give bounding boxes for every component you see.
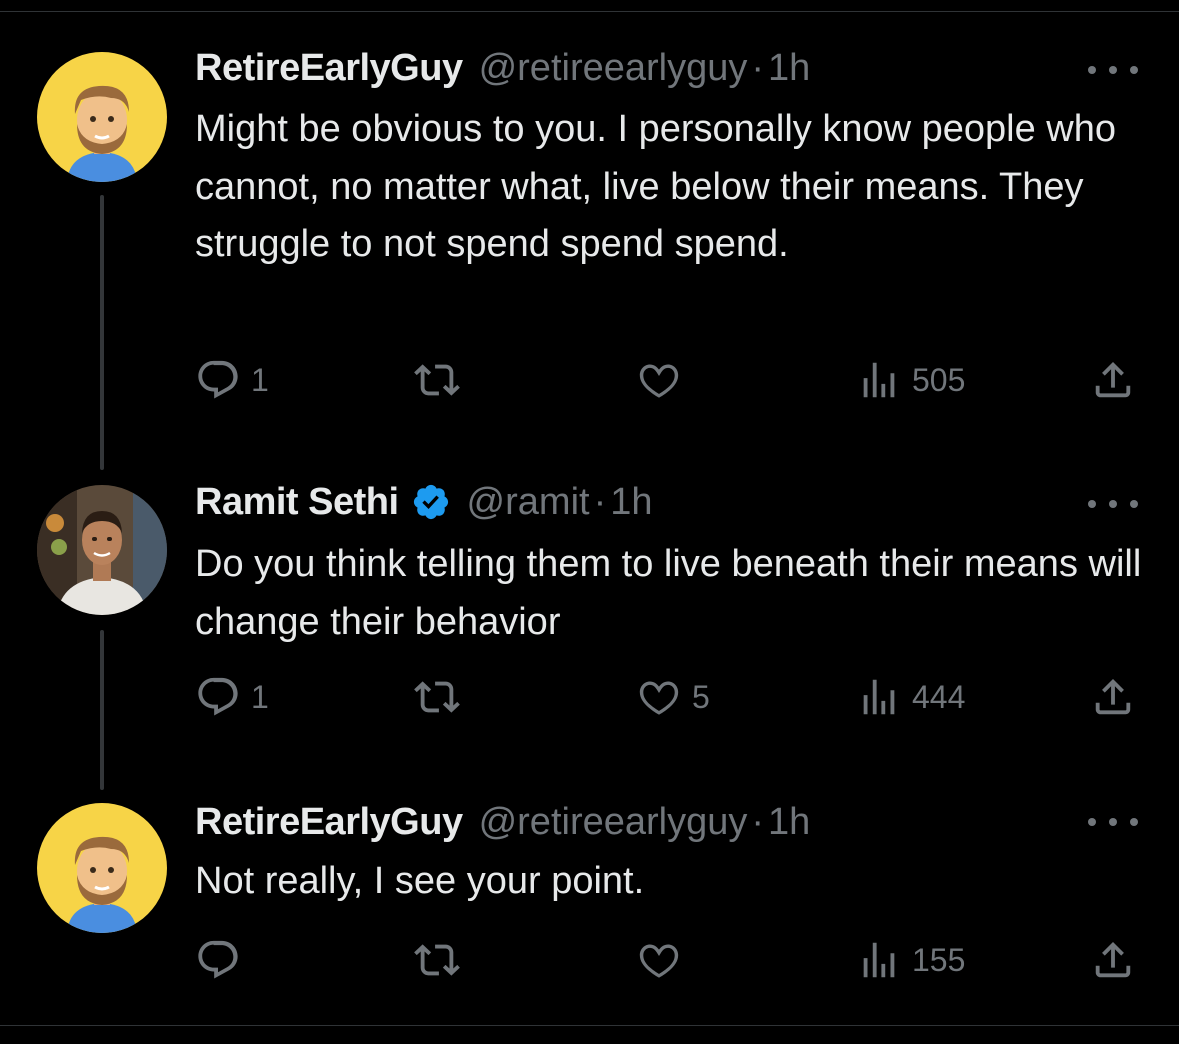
author-name[interactable]: RetireEarlyGuy xyxy=(195,801,463,844)
views-icon xyxy=(863,942,895,978)
share-icon xyxy=(1095,678,1131,715)
retweet-icon xyxy=(414,364,460,396)
reply-button[interactable] xyxy=(195,937,251,983)
tweet-actions: 1 505 xyxy=(0,357,1179,405)
tweet-actions: 155 xyxy=(0,937,1179,985)
verified-badge-icon xyxy=(411,482,451,522)
retweet-button[interactable] xyxy=(412,357,472,403)
reply-count: 1 xyxy=(251,361,269,398)
separator-dot: · xyxy=(751,800,765,843)
author-handle[interactable]: @ramit xyxy=(467,481,590,524)
retweet-icon xyxy=(414,681,460,713)
like-icon xyxy=(639,681,679,715)
views-count: 155 xyxy=(912,941,966,978)
more-icon[interactable] xyxy=(1088,812,1138,832)
like-count: 5 xyxy=(692,678,710,715)
avatar-ramit[interactable] xyxy=(37,485,167,615)
author-name[interactable]: RetireEarlyGuy xyxy=(195,47,463,90)
like-button[interactable] xyxy=(636,357,692,403)
separator-dot: · xyxy=(593,480,607,523)
photo-avatar-image xyxy=(37,485,167,615)
tweet-time[interactable]: 1h xyxy=(768,801,810,844)
like-button[interactable] xyxy=(636,937,692,983)
tweet-header: RetireEarlyGuy @retireearlyguy · 1h xyxy=(195,800,810,844)
views-button[interactable]: 505 xyxy=(856,357,965,403)
reply-button[interactable]: 1 xyxy=(195,674,269,720)
reply-count: 1 xyxy=(251,678,269,715)
reply-icon xyxy=(198,940,238,979)
top-border xyxy=(0,0,1179,12)
tweet-actions: 1 5 444 xyxy=(0,674,1179,722)
separator-dot: · xyxy=(751,46,765,89)
retweet-button[interactable] xyxy=(412,937,472,983)
tweet-text: Do you think telling them to live beneat… xyxy=(195,543,1142,643)
retweet-icon xyxy=(414,944,460,976)
views-button[interactable]: 155 xyxy=(856,937,965,983)
thread-line xyxy=(100,195,104,470)
views-icon xyxy=(863,679,895,715)
like-icon xyxy=(639,944,679,978)
share-button[interactable] xyxy=(1090,937,1136,983)
share-button[interactable] xyxy=(1090,674,1136,720)
share-button[interactable] xyxy=(1090,357,1136,403)
views-count: 505 xyxy=(912,361,966,398)
share-icon xyxy=(1095,361,1131,398)
retweet-button[interactable] xyxy=(412,674,472,720)
tweet-text: Not really, I see your point. xyxy=(195,860,645,902)
avatar-retireearlyguy[interactable] xyxy=(37,52,167,182)
reply-button[interactable]: 1 xyxy=(195,357,269,403)
like-icon xyxy=(639,364,679,398)
avatar-retireearlyguy[interactable] xyxy=(37,803,167,933)
tweet-header: Ramit Sethi @ramit · 1h xyxy=(195,480,653,524)
bottom-divider xyxy=(0,1025,1179,1026)
tweet-header: RetireEarlyGuy @retireearlyguy · 1h xyxy=(195,46,810,90)
tweet-text: Might be obvious to you. I personally kn… xyxy=(195,108,1116,265)
tweet-time[interactable]: 1h xyxy=(768,47,810,90)
more-icon[interactable] xyxy=(1088,494,1138,514)
more-icon[interactable] xyxy=(1088,60,1138,80)
views-button[interactable]: 444 xyxy=(856,674,965,720)
author-name[interactable]: Ramit Sethi xyxy=(195,481,399,524)
reply-icon xyxy=(198,360,238,399)
views-icon xyxy=(863,362,895,398)
cartoon-avatar-image xyxy=(37,803,167,933)
author-handle[interactable]: @retireearlyguy xyxy=(479,801,748,844)
cartoon-avatar-image xyxy=(37,52,167,182)
reply-icon xyxy=(198,677,238,716)
author-handle[interactable]: @retireearlyguy xyxy=(479,47,748,90)
share-icon xyxy=(1095,941,1131,978)
tweet-time[interactable]: 1h xyxy=(610,481,652,524)
like-button[interactable]: 5 xyxy=(636,674,710,720)
views-count: 444 xyxy=(912,678,966,715)
